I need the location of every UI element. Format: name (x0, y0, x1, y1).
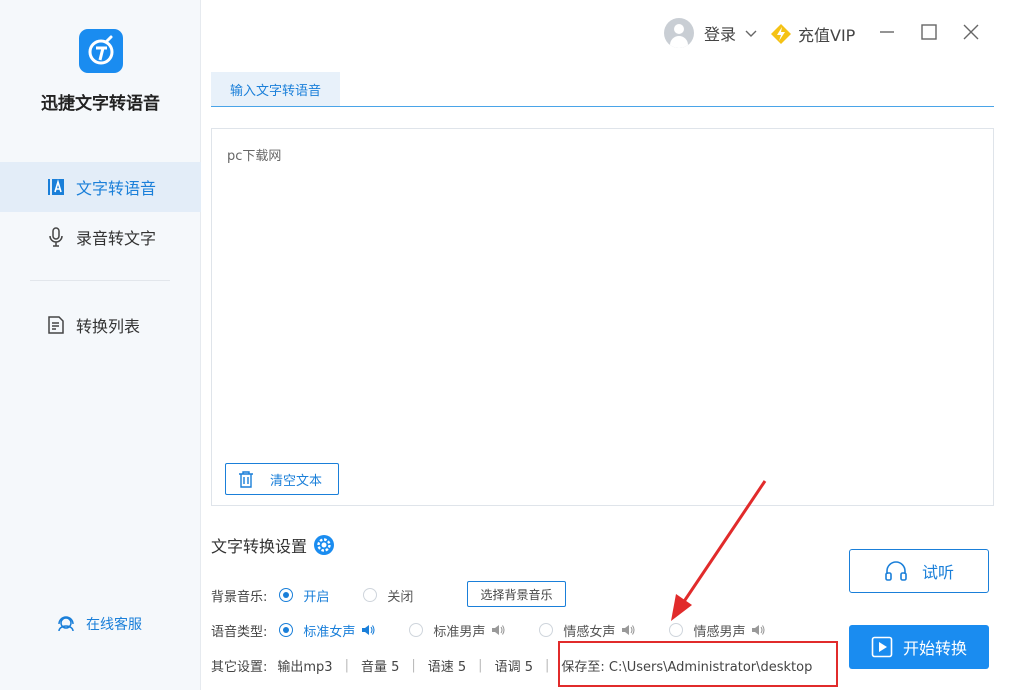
microphone-icon (46, 227, 66, 247)
voice-type-row: 语音类型: 标准女声 标准男声 情感女声 情感男声 (211, 620, 766, 640)
text-input-area[interactable]: pc下载网 (211, 128, 994, 506)
voice-emotional-female-radio[interactable]: 情感女声 (539, 621, 635, 640)
voice-emotional-male-radio[interactable]: 情感男声 (669, 621, 766, 640)
voice-option-label: 情感男声 (693, 624, 746, 640)
bgm-label: 背景音乐: (211, 589, 268, 605)
sidebar-item-label: 录音转文字 (76, 229, 157, 248)
settings-title: 文字转换设置 (211, 533, 335, 557)
vip-recharge-button[interactable]: 充值VIP (770, 22, 855, 46)
vip-lightning-icon (771, 24, 791, 44)
text-input-content: pc下载网 (227, 149, 282, 164)
clear-text-label: 清空文本 (270, 473, 323, 489)
tab-underline (211, 106, 994, 107)
sidebar-divider (30, 280, 170, 281)
avatar (664, 18, 694, 48)
online-service-link[interactable]: 在线客服 (56, 614, 142, 634)
sidebar: 迅捷文字转语音 文字转语音 录音转文字 转换列表 在线客服 (0, 0, 201, 690)
speaker-icon[interactable] (751, 623, 766, 637)
other-settings-label: 其它设置: (211, 659, 268, 675)
voice-standard-female-radio[interactable]: 标准女声 (279, 621, 375, 640)
maximize-icon[interactable] (919, 22, 939, 42)
pitch-setting[interactable]: 语调 5 (495, 656, 533, 675)
clear-text-button[interactable]: 清空文本 (225, 463, 339, 495)
separator: | (344, 657, 349, 673)
app-name: 迅捷文字转语音 (41, 94, 160, 114)
vip-label: 充值VIP (798, 26, 856, 45)
volume-setting[interactable]: 音量 5 (361, 656, 399, 675)
speaker-icon[interactable] (621, 623, 635, 637)
chevron-down-icon (745, 30, 757, 37)
sidebar-item-label: 转换列表 (76, 317, 141, 336)
tab-input-text-to-speech[interactable]: 输入文字转语音 (211, 72, 340, 106)
voice-standard-male-radio[interactable]: 标准男声 (409, 621, 505, 640)
separator: | (544, 657, 550, 673)
settings-title-text: 文字转换设置 (211, 537, 308, 556)
start-conversion-label: 开始转换 (902, 639, 967, 658)
separator: | (411, 657, 416, 673)
save-path-highlight-box (558, 641, 838, 687)
listen-label: 试听 (921, 563, 954, 582)
speed-setting[interactable]: 语速 5 (428, 656, 466, 675)
login-button[interactable]: 登录 (664, 18, 758, 48)
speaker-icon[interactable] (361, 623, 375, 637)
trash-icon (239, 471, 253, 488)
voice-option-label: 标准女声 (303, 624, 356, 640)
minimize-icon[interactable] (877, 22, 897, 42)
gear-icon[interactable] (313, 534, 335, 556)
choose-bgm-button[interactable]: 选择背景音乐 (467, 581, 566, 607)
headphones-icon (885, 561, 907, 581)
sidebar-item-text-to-speech[interactable]: 文字转语音 (0, 162, 201, 212)
start-conversion-button[interactable]: 开始转换 (849, 625, 989, 669)
bgm-on-radio[interactable]: 开启 (279, 586, 329, 605)
text-a-icon (46, 177, 66, 197)
output-format-setting[interactable]: 输出mp3 (277, 656, 332, 675)
bgm-row: 背景音乐: 开启 关闭 (211, 585, 413, 605)
voice-option-label: 标准男声 (433, 624, 486, 640)
app-logo (79, 29, 123, 73)
listen-button[interactable]: 试听 (849, 549, 989, 593)
play-icon (871, 636, 893, 658)
bgm-off-radio[interactable]: 关闭 (363, 586, 413, 605)
close-icon[interactable] (961, 22, 981, 42)
voice-option-label: 情感女声 (563, 624, 616, 640)
voice-type-label: 语音类型: (211, 624, 268, 640)
speaker-icon[interactable] (491, 623, 505, 637)
online-service-label: 在线客服 (86, 617, 142, 633)
login-label: 登录 (704, 25, 737, 44)
sidebar-item-speech-to-text[interactable]: 录音转文字 (0, 212, 201, 262)
sidebar-item-conversion-list[interactable]: 转换列表 (0, 300, 201, 350)
bgm-off-label: 关闭 (387, 589, 414, 605)
sidebar-item-label: 文字转语音 (76, 179, 157, 198)
list-document-icon (46, 315, 66, 335)
headset-person-icon (56, 614, 76, 634)
bgm-on-label: 开启 (303, 589, 330, 605)
separator: | (478, 657, 483, 673)
